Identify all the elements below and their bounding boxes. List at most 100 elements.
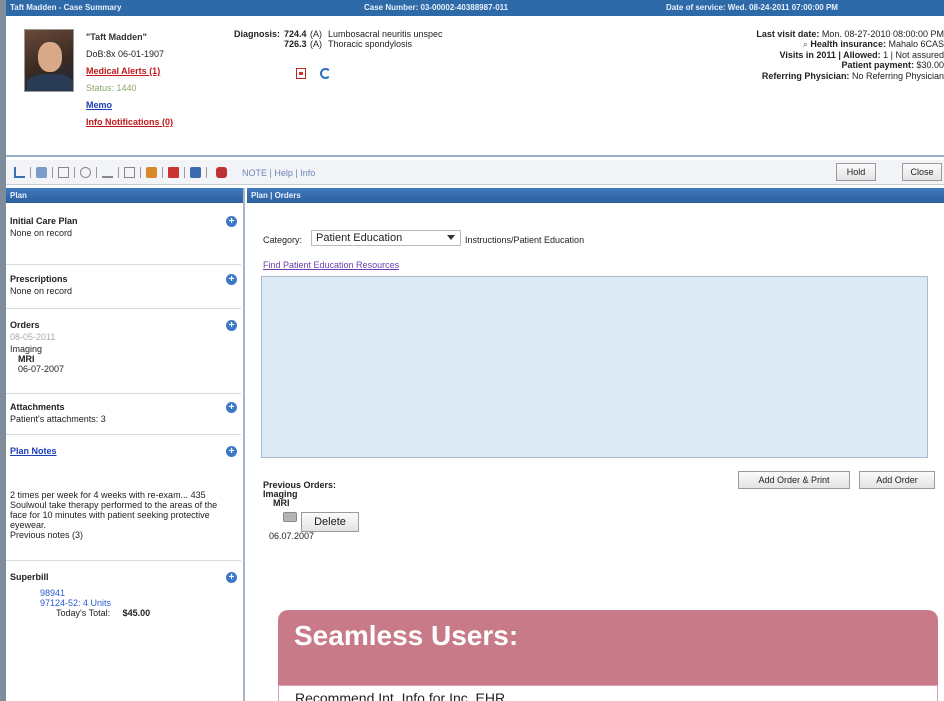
initial-care-body: None on record <box>10 228 73 238</box>
title-bar: Taft Madden - Case Summary Case Number: … <box>6 0 944 16</box>
add-icon[interactable]: + <box>226 572 237 583</box>
previous-order-item: MRI <box>273 498 290 508</box>
patient-status: Status: 1440 <box>86 83 137 93</box>
add-icon[interactable]: + <box>226 402 237 413</box>
last-visit-label: Last visit date: <box>756 29 820 39</box>
prescriptions-body: None on record <box>10 286 73 296</box>
category-select[interactable]: Patient Education <box>311 230 461 246</box>
add-icon[interactable]: + <box>226 446 237 457</box>
previous-order-date: 06.07.2007 <box>269 531 315 541</box>
superbill-section: Superbill 98941 97124-52: 4 Units Today'… <box>10 572 237 618</box>
attachments-title: Attachments <box>10 402 65 412</box>
chevron-down-icon[interactable] <box>447 235 455 240</box>
superbill-total-value: $45.00 <box>122 608 151 618</box>
promo-banner: Seamless Users: <box>278 610 938 685</box>
find-resources-link[interactable]: Find Patient Education Resources <box>263 260 399 270</box>
plan-sidebar-header: Plan <box>6 188 243 203</box>
attachments-body: Patient's attachments: 3 <box>10 414 106 424</box>
case-number: Case Number: 03-00002-40388987-011 <box>364 3 509 12</box>
category-extra: Instructions/Patient Education <box>465 235 585 245</box>
visits-value: 1 | Not assured <box>883 49 944 60</box>
underline-icon[interactable] <box>102 167 113 178</box>
visits-label: Visits in 2011 | Allowed: <box>779 49 881 60</box>
diagnosis-row: 726.3 (A) Thoracic spondylosis <box>284 39 412 49</box>
window-title: Taft Madden - Case Summary <box>10 3 122 12</box>
initial-care-title: Initial Care Plan <box>10 216 78 226</box>
previous-notes-link[interactable]: Previous notes (3) <box>10 530 235 540</box>
patient-name: "Taft Madden" <box>86 32 147 42</box>
close-button[interactable]: Close <box>902 163 942 181</box>
patient-info: "Taft Madden" DoB:8x 06-01-1907 Medical … <box>86 29 173 131</box>
toolbar-links[interactable]: NOTE | Help | Info <box>242 168 315 178</box>
note-icon[interactable] <box>168 167 179 178</box>
order-notes-textarea[interactable] <box>261 276 928 458</box>
notifications-link[interactable]: Info Notifications (0) <box>86 114 173 131</box>
orders-item-date: 06-07-2007 <box>18 364 65 374</box>
previous-orders: Previous Orders: Imaging MRI <box>263 481 336 508</box>
folder-icon[interactable] <box>146 167 157 178</box>
diagnosis-row: 724.4 (A) Lumbosacral neuritis unspec <box>284 29 443 39</box>
orders-type: Imaging <box>10 344 43 354</box>
diagnosis-code: 726.3 <box>284 39 307 49</box>
memo-link[interactable]: Memo <box>86 97 173 114</box>
refresh-icon[interactable] <box>320 68 331 79</box>
superbill-title: Superbill <box>10 572 49 582</box>
alert-icon[interactable] <box>216 167 227 178</box>
prescriptions-title: Prescriptions <box>10 274 68 284</box>
add-order-print-button[interactable]: Add Order & Print <box>738 471 850 489</box>
attachments-section: Attachments Patient's attachments: 3 + <box>10 402 237 424</box>
diagnosis-text: Lumbosacral neuritis unspec <box>328 29 443 39</box>
plan-notes-link[interactable]: Plan Notes <box>10 446 235 456</box>
arrow-icon[interactable] <box>14 167 25 178</box>
print-icon[interactable] <box>36 167 47 178</box>
plan-notes-body: 2 times per week for 4 weeks with re-exa… <box>10 490 218 530</box>
plan-notes-content: 2 times per week for 4 weeks with re-exa… <box>10 488 235 540</box>
add-icon[interactable]: + <box>226 320 237 331</box>
payment-value: $30.00 <box>916 60 944 71</box>
prescriptions-section: Prescriptions None on record + <box>10 274 237 296</box>
add-icon[interactable]: + <box>226 216 237 227</box>
document-icon[interactable] <box>58 167 69 178</box>
payment-label: Patient payment: <box>841 60 914 71</box>
diagnosis-flag: (A) <box>310 29 322 39</box>
visit-summary: Last visit date: Mon. 08-27-2010 08:00:0… <box>756 29 944 81</box>
medical-alerts-link[interactable]: Medical Alerts (1) <box>86 63 173 80</box>
orders-date: 08-05-2011 <box>10 332 56 342</box>
physician-label: Referring Physician: <box>761 70 850 81</box>
plan-sidebar: Plan Initial Care Plan None on record + … <box>6 188 245 701</box>
hold-button[interactable]: Hold <box>836 163 876 181</box>
superbill-total-label: Today's Total: <box>56 608 111 618</box>
superbill-line[interactable]: 97124-52: 4 Units <box>10 598 235 608</box>
last-visit-value: Mon. 08-27-2010 08:00:00 PM <box>821 29 944 39</box>
pdf-icon[interactable] <box>296 68 306 79</box>
diagnosis-code: 724.4 <box>284 29 307 39</box>
delete-button[interactable]: Delete <box>301 512 359 532</box>
insurance-value: Mahalo 6CAS <box>888 39 944 50</box>
add-icon[interactable]: + <box>226 274 237 285</box>
initial-care-section: Initial Care Plan None on record + <box>10 216 237 238</box>
patient-dob: DoB:8x 06-01-1907 <box>86 49 165 59</box>
patient-header: "Taft Madden" DoB:8x 06-01-1907 Medical … <box>6 16 944 157</box>
orders-section: Orders 08-05-2011 Imaging MRI 06-07-2007… <box>10 320 237 374</box>
app-window: Taft Madden - Case Summary Case Number: … <box>0 0 944 701</box>
superbill-code[interactable]: 98941 <box>10 588 235 598</box>
printer-icon[interactable] <box>283 512 297 522</box>
add-order-button[interactable]: Add Order <box>859 471 935 489</box>
diagnosis-label: Diagnosis: <box>234 29 281 39</box>
plan-notes-section: Plan Notes + <box>10 446 237 457</box>
category-label: Category: <box>263 235 303 245</box>
banner-title: Seamless Users: <box>294 620 519 651</box>
toolbar: NOTE | Help | Info Hold Close <box>6 160 944 185</box>
physician-value: No Referring Physician <box>851 70 944 81</box>
chat-icon[interactable] <box>190 167 201 178</box>
list-icon[interactable] <box>124 167 135 178</box>
diagnosis-text: Thoracic spondylosis <box>328 39 413 49</box>
insurance-label: Health insurance: <box>810 39 886 50</box>
orders-item: MRI <box>18 354 35 364</box>
patient-photo <box>24 29 74 92</box>
circle-icon[interactable] <box>80 167 91 178</box>
search-icon[interactable]: ⌕ <box>803 39 808 49</box>
diagnosis-flag: (A) <box>310 39 322 49</box>
banner-subtitle: Recommend Int. Info for Inc. EHR <box>278 685 938 701</box>
orders-title: Orders <box>10 320 40 330</box>
